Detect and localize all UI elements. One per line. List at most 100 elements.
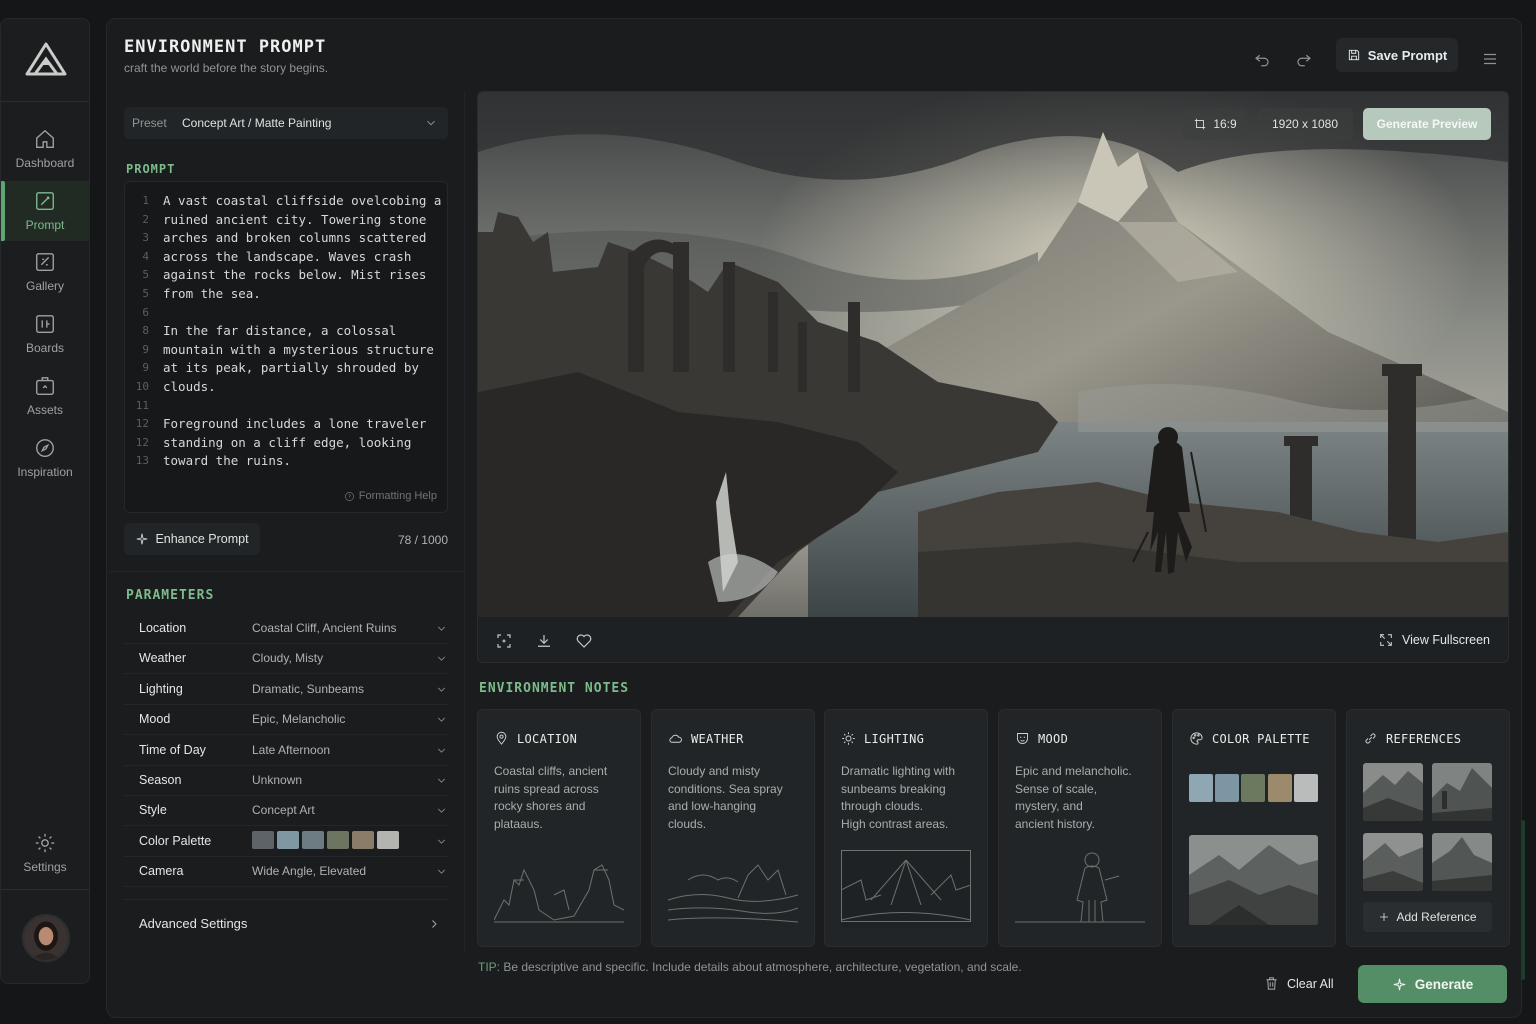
link-icon <box>1365 733 1376 744</box>
palette-swatch[interactable] <box>1241 774 1266 802</box>
save-prompt-button[interactable]: Save Prompt <box>1336 38 1458 72</box>
line-text: mountain with a mysterious structure <box>163 341 434 357</box>
chevron-down-icon <box>437 656 446 662</box>
line-number: 5 <box>142 268 149 282</box>
note-title-label: COLOR PALETTE <box>1212 731 1310 746</box>
note-card-lighting[interactable]: LIGHTING Dramatic lighting with sunbeams… <box>824 709 988 947</box>
preset-label: Preset <box>132 116 167 130</box>
tip-text: TIP: Be descriptive and specific. Includ… <box>478 960 1022 974</box>
reference-thumbnail[interactable] <box>1432 833 1492 891</box>
scrollbar[interactable] <box>1521 820 1525 980</box>
note-card-weather[interactable]: WEATHER Cloudy and misty conditions. Sea… <box>651 709 815 947</box>
plus-icon <box>1380 913 1389 921</box>
view-fullscreen-button[interactable]: View Fullscreen <box>1378 632 1490 648</box>
chevron-down-icon <box>437 778 446 783</box>
menu-button[interactable] <box>1478 47 1502 71</box>
download-button[interactable] <box>535 632 555 652</box>
expand-icon <box>1380 634 1392 646</box>
palette-reference-image[interactable] <box>1189 835 1318 925</box>
avatar[interactable] <box>22 914 70 962</box>
preview-image[interactable] <box>478 92 1508 617</box>
palette-swatch[interactable] <box>1267 774 1292 802</box>
sidebar-item-label: Boards <box>25 341 65 355</box>
advanced-settings-button[interactable]: Advanced Settings <box>124 899 448 945</box>
reference-thumbnail[interactable] <box>1363 763 1423 821</box>
save-icon <box>1348 49 1359 61</box>
help-icon <box>344 491 354 501</box>
preset-select[interactable]: Preset Concept Art / Matte Painting <box>124 107 448 139</box>
sidebar: Dashboard Prompt Gallery Boards Assets I… <box>0 18 90 984</box>
line-number: 10 <box>135 380 149 393</box>
enhance-prompt-button[interactable]: Enhance Prompt <box>124 523 260 555</box>
redo-button[interactable] <box>1292 47 1316 71</box>
sidebar-item-settings[interactable]: Settings <box>1 823 89 883</box>
line-number: 9 <box>142 361 149 375</box>
sparkle-icon <box>1393 978 1405 990</box>
compass-icon <box>36 439 54 457</box>
param-lighting-select[interactable]: Lighting Dramatic, Sunbeams <box>124 675 448 705</box>
add-reference-button[interactable]: Add Reference <box>1363 902 1492 932</box>
chevron-down-icon <box>437 748 446 753</box>
param-label: Lighting <box>139 681 183 696</box>
clear-all-button[interactable]: Clear All <box>1264 976 1334 991</box>
generate-preview-button[interactable]: Generate Preview <box>1363 108 1491 140</box>
sidebar-item-inspiration[interactable]: Inspiration <box>1 428 89 488</box>
note-title: COLOR PALETTE <box>1189 731 1310 746</box>
param-label: Style <box>139 803 167 818</box>
sparkle-icon <box>137 533 148 545</box>
generate-button[interactable]: Generate <box>1358 965 1507 1003</box>
sidebar-item-prompt[interactable]: Prompt <box>1 181 89 241</box>
note-body: Epic and melancholic. Sense of scale, my… <box>1015 764 1132 831</box>
view-fullscreen-label: View Fullscreen <box>1402 633 1491 647</box>
redo-icon <box>1297 54 1311 67</box>
heart-icon <box>576 634 592 648</box>
resolution-chip[interactable]: 1920 x 1080 <box>1257 108 1353 140</box>
note-title: LIGHTING <box>841 731 924 746</box>
prompt-editor[interactable]: 1 A vast coastal cliffside ovelcobing a 2r… <box>124 181 448 513</box>
sidebar-item-boards[interactable]: Boards <box>1 304 89 364</box>
panel-divider <box>464 91 465 953</box>
undo-button[interactable] <box>1250 47 1274 71</box>
note-card-location[interactable]: LOCATION Coastal cliffs, ancient ruins s… <box>477 709 641 947</box>
palette-swatch[interactable] <box>1189 774 1213 802</box>
sun-icon <box>842 732 855 745</box>
param-style-select[interactable]: Style Concept Art <box>124 796 448 827</box>
sidebar-item-assets[interactable]: Assets <box>1 366 89 426</box>
chevron-down-icon <box>437 687 446 692</box>
preset-value: Concept Art / Matte Painting <box>182 116 332 130</box>
palette-swatch[interactable] <box>1293 774 1318 802</box>
mountain-logo-icon[interactable] <box>25 41 67 77</box>
reference-thumbnail[interactable] <box>1363 833 1423 891</box>
param-weather-select[interactable]: Weather Cloudy, Misty <box>124 644 448 675</box>
select-area-button[interactable] <box>495 632 515 652</box>
note-card-references[interactable]: REFERENCES Add Reference <box>1346 709 1510 947</box>
line-text: In the far distance, a colossal <box>163 323 397 339</box>
line-number: 3 <box>142 231 149 245</box>
note-card-mood[interactable]: MOOD Epic and melancholic. Sense of scal… <box>998 709 1162 947</box>
param-season-select[interactable]: Season Unknown <box>124 766 448 796</box>
favorite-button[interactable] <box>575 632 595 652</box>
sidebar-divider <box>1 101 89 102</box>
line-text: at its peak, partially shrouded by <box>163 360 419 376</box>
param-label: Location <box>139 621 187 635</box>
section-divider <box>109 571 464 572</box>
tip-prefix: TIP: <box>478 960 501 974</box>
aspect-ratio-chip[interactable]: 16:9 <box>1183 108 1247 140</box>
prompt-heading: PROMPT <box>126 162 176 176</box>
param-time-of-day-select[interactable]: Time of Day Late Afternoon <box>124 736 448 766</box>
sidebar-item-gallery[interactable]: Gallery <box>1 242 89 302</box>
formatting-help-link[interactable]: Formatting Help <box>344 490 437 502</box>
palette-swatch[interactable] <box>1215 774 1240 802</box>
note-body: Coastal cliffs, ancient ruins spread acr… <box>494 764 608 831</box>
reference-thumbnail[interactable] <box>1432 763 1492 821</box>
param-value: Concept Art <box>252 803 315 818</box>
param-camera-select[interactable]: Camera Wide Angle, Elevated <box>124 857 448 888</box>
palette-swatch <box>252 830 274 849</box>
param-color-palette-select[interactable]: Color Palette <box>124 827 448 857</box>
note-card-color-palette[interactable]: COLOR PALETTE <box>1172 709 1336 947</box>
sidebar-item-dashboard[interactable]: Dashboard <box>1 119 89 179</box>
trash-icon <box>1266 977 1277 990</box>
param-mood-select[interactable]: Mood Epic, Melancholic <box>124 705 448 736</box>
sidebar-item-label: Assets <box>26 403 63 417</box>
param-location-select[interactable]: Location Coastal Cliff, Ancient Ruins <box>124 614 448 644</box>
